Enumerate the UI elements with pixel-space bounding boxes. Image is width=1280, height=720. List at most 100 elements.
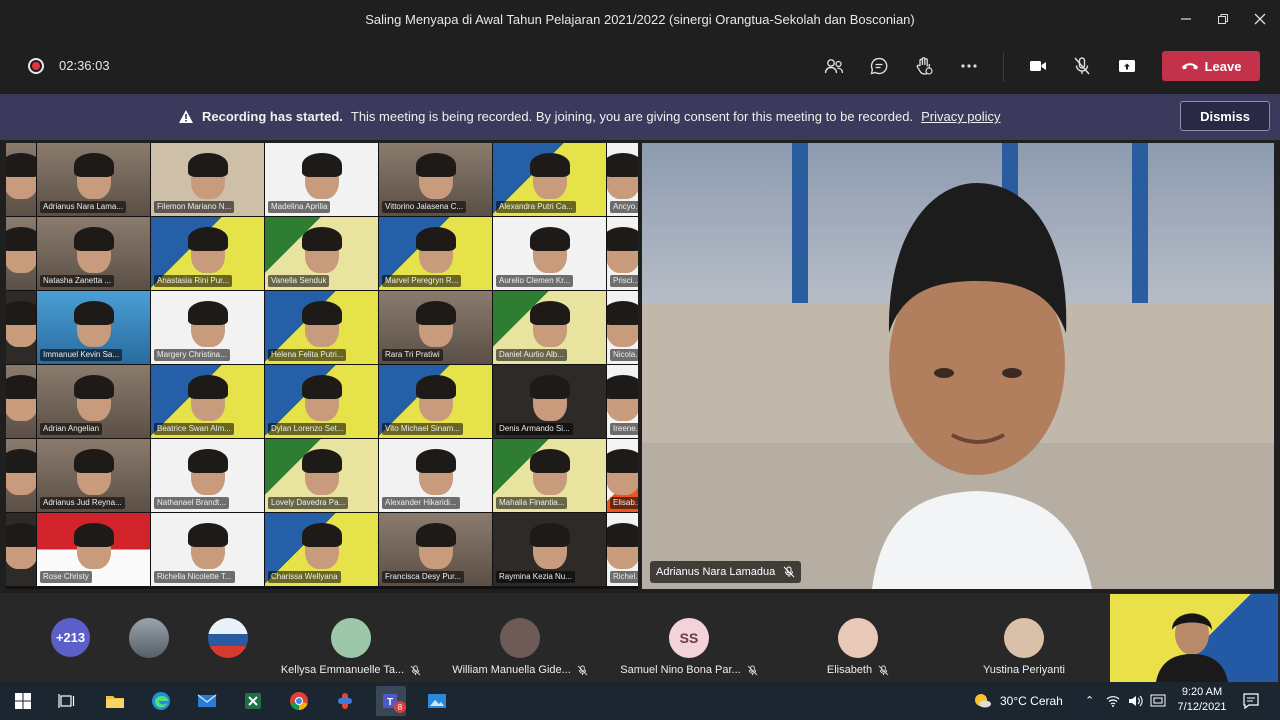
participant-tile[interactable]: Prisci... [607,217,638,290]
self-view-video[interactable] [1110,594,1278,682]
share-screen-button[interactable] [1115,54,1139,78]
participant-figure-hair [73,227,114,251]
leave-button[interactable]: Leave [1162,51,1260,81]
participant-tile[interactable] [6,513,36,586]
participant-tile[interactable]: Alexandra Putri Ca... [493,143,606,216]
start-button[interactable] [8,686,38,716]
participant-tile[interactable]: Immanuel Kevin Sa... [37,291,150,364]
participant-tile[interactable] [6,143,36,216]
active-speaker-video[interactable] [642,143,1274,589]
participant-tile[interactable]: Dylan Lorenzo Set... [265,365,378,438]
participant-tile[interactable]: Anastasia Rini Pur... [151,217,264,290]
participant-tile-name: Alexander Hikaridi... [382,497,460,509]
excel-button[interactable] [238,686,268,716]
participant-tile[interactable]: Aurelio Clemen Kr... [493,217,606,290]
participant-tile-name: Francisca Desy Pur... [382,571,465,583]
task-view-button[interactable] [52,686,82,716]
participant-card[interactable]: Yustina Periyanti [940,596,1108,682]
participant-name: Elisabeth [826,664,873,676]
privacy-policy-link[interactable]: Privacy policy [921,109,1000,124]
participant-tile[interactable]: Natasha Zanetta ... [37,217,150,290]
recording-indicator-icon [28,58,44,74]
participant-tile[interactable]: Ireene... [607,365,638,438]
participant-tile[interactable]: Charissa Wellyana [265,513,378,586]
camera-button[interactable] [1026,54,1050,78]
mail-button[interactable] [192,686,222,716]
teams-notification-badge: 8 [394,701,406,713]
more-actions-button[interactable] [957,54,981,78]
participant-tile-name: Marvel Peregryn R... [382,275,462,287]
participant-tile-name: Beatrice Swan Alm... [154,423,234,435]
notification-center-icon[interactable] [1242,692,1260,710]
participant-tile[interactable] [6,291,36,364]
participant-tile[interactable]: Vito Michael Sinam... [379,365,492,438]
dismiss-button[interactable]: Dismiss [1180,101,1270,131]
minimize-button[interactable] [1167,0,1205,38]
participant-tile[interactable]: Marvel Peregryn R... [379,217,492,290]
participant-tile[interactable]: Rose Christy [37,513,150,586]
participant-tile[interactable]: Daniel Aurlio Alb... [493,291,606,364]
participant-tile[interactable]: Nicola... [607,291,638,364]
participant-tile[interactable]: Richella Nicolette T... [151,513,264,586]
participant-name: Kellysa Emmanuelle Ta... [280,664,405,676]
banner-heading: Recording has started. [202,109,343,124]
participant-avatar[interactable] [208,618,248,658]
close-window-button[interactable] [1241,0,1279,38]
more-participants-badge[interactable]: +213 [51,618,90,657]
chat-button[interactable] [867,54,891,78]
participant-tile-name: Prisci... [610,275,638,287]
participant-figure-hair [73,375,114,399]
participant-tile[interactable]: Beatrice Swan Alm... [151,365,264,438]
show-hidden-icons-chevron-up-icon[interactable]: ⌃ [1085,694,1094,707]
app-button[interactable] [330,686,360,716]
participant-tile[interactable]: Richel... [607,513,638,586]
self-view-figure [1156,613,1228,682]
participant-tile[interactable] [6,439,36,512]
participant-tile[interactable]: Nathanael Brandt... [151,439,264,512]
wifi-icon[interactable] [1106,694,1120,708]
participant-tile[interactable]: Francisca Desy Pur... [379,513,492,586]
participants-button[interactable] [822,54,846,78]
participant-card[interactable]: William Manuella Gide... [436,596,604,682]
participant-figure-hair [187,375,228,399]
maximize-button[interactable] [1204,0,1242,38]
teams-button[interactable]: T 8 [376,686,406,716]
participant-tile[interactable]: Mahalia Finantia... [493,439,606,512]
participant-tile[interactable]: Adrianus Jud Reyna... [37,439,150,512]
participant-tile[interactable] [6,365,36,438]
taskbar-clock[interactable]: 9:20 AM 7/12/2021 [1170,685,1234,715]
weather-text[interactable]: 30°C Cerah [1000,694,1063,708]
chat-icon [870,57,888,75]
participant-tile[interactable]: Adrianus Nara Lama... [37,143,150,216]
edge-browser-button[interactable] [146,686,176,716]
participant-tile[interactable]: Vanella Senduk [265,217,378,290]
close-icon [1254,13,1266,25]
participant-tile[interactable]: Adrian Angelian [37,365,150,438]
photos-button[interactable] [422,686,452,716]
participant-card[interactable]: Elisabeth [774,596,942,682]
participant-tile[interactable]: Helena Felita Putri... [265,291,378,364]
participant-tile[interactable]: Rara Tri Pratiwi [379,291,492,364]
participant-card[interactable]: SS Samuel Nino Bona Par... [605,596,773,682]
language-icon[interactable] [1150,694,1166,708]
participant-card[interactable]: Kellysa Emmanuelle Ta... [267,596,435,682]
participant-tile[interactable]: Elisab... [607,439,638,512]
participant-tile[interactable]: Madelina Aprilia [265,143,378,216]
participant-tile[interactable]: Ancyo... [607,143,638,216]
participant-tile[interactable] [6,217,36,290]
chrome-button[interactable] [284,686,314,716]
participant-tile[interactable]: Alexander Hikaridi... [379,439,492,512]
participant-tile[interactable]: Raymina Kezia Nu... [493,513,606,586]
participant-tile[interactable]: Filemon Mariano N... [151,143,264,216]
volume-icon[interactable] [1128,694,1144,708]
participant-tile[interactable]: Vittorino Jalasena C... [379,143,492,216]
participant-tile[interactable]: Margery Christina... [151,291,264,364]
participant-tile[interactable]: Denis Armando Si... [493,365,606,438]
raise-hand-button[interactable] [912,54,936,78]
speaker-figure [872,183,1092,589]
participant-tile-name: Raymina Kezia Nu... [496,571,575,583]
participant-tile[interactable]: Lovely Davedra Pa... [265,439,378,512]
mute-button[interactable] [1070,54,1094,78]
participant-avatar[interactable] [129,618,169,658]
file-explorer-button[interactable] [100,686,130,716]
